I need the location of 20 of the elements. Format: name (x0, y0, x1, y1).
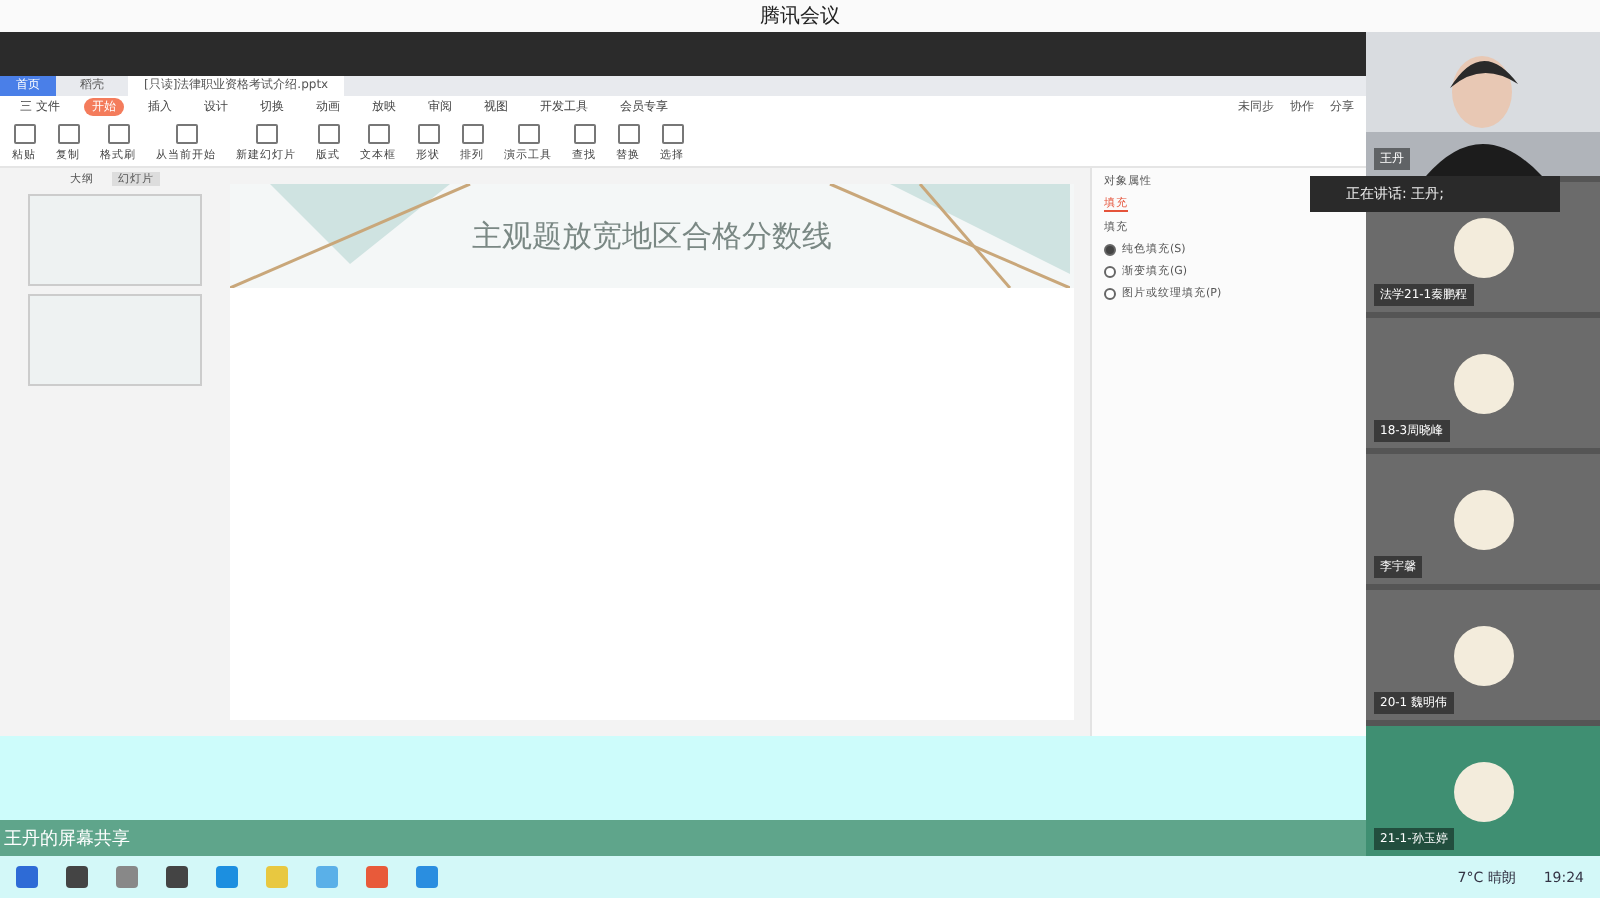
avatar (1453, 761, 1513, 821)
avatar (1453, 353, 1513, 413)
avatar (1453, 217, 1513, 277)
taskbar-icon[interactable] (416, 866, 438, 888)
avatar (1453, 489, 1513, 549)
taskbar-icon[interactable] (66, 866, 88, 888)
taskbar-icon[interactable] (116, 866, 138, 888)
window-title: 腾讯会议 (760, 3, 840, 30)
taskbar-icon[interactable] (16, 866, 38, 888)
slide-thumbnail[interactable] (28, 294, 202, 386)
radio-button[interactable] (1104, 265, 1116, 277)
taskbar-icon[interactable] (166, 866, 188, 888)
avatar (1453, 625, 1513, 685)
radio-button[interactable] (1104, 243, 1116, 255)
radio-button[interactable] (1104, 287, 1116, 299)
taskbar-icon[interactable] (216, 866, 238, 888)
slide-thumbnail[interactable] (28, 194, 202, 286)
slide-title: 主观题放宽地区合格分数线 (472, 217, 832, 255)
taskbar-icon[interactable] (366, 866, 388, 888)
share-label: 王丹的屏幕共享 (4, 827, 130, 851)
